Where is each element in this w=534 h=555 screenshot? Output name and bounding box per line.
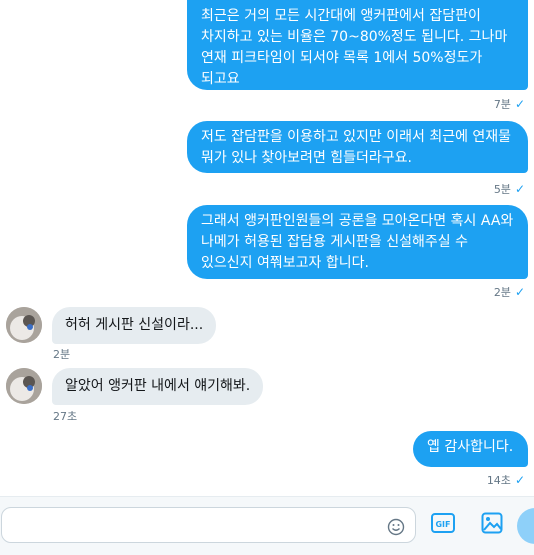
message-input[interactable] [1,507,416,543]
send-icon[interactable] [517,508,534,544]
message-text: 저도 잡담판을 이용하고 있지만 이래서 최근에 연재물 뭐가 있나 찾아보려면… [201,129,512,166]
message-time: 5분 [493,183,511,196]
message-text: 허허 게시판 신설이라... [65,317,204,333]
message-meta: 2분 ✓ [494,284,525,300]
message-text: 최근은 거의 모든 시간대에 앵커판에서 잡담판이 차지하고 있는 비율은 70… [201,8,508,87]
message-time: 7분 [493,98,511,111]
message-time: 2분 [53,348,71,361]
emoji-icon[interactable] [387,518,405,540]
message-text: 알았어 앵커판 내에서 얘기해봐. [65,378,251,394]
gif-label: GIF [435,520,450,529]
gif-icon[interactable]: GIF [431,512,455,538]
message-bubble-outgoing: 옙 감사합니다. [413,431,528,467]
avatar[interactable] [6,307,42,343]
check-icon: ✓ [514,96,525,111]
avatar[interactable] [6,368,42,404]
image-icon[interactable] [481,512,503,538]
message-bubble-outgoing: 최근은 거의 모든 시간대에 앵커판에서 잡담판이 차지하고 있는 비율은 70… [187,0,528,90]
message-meta: 14초 ✓ [487,472,525,488]
message-meta: 5분 ✓ [494,181,525,197]
message-text: 옙 감사합니다. [427,439,514,455]
message-time: 27초 [53,410,78,423]
check-icon: ✓ [514,181,525,196]
message-time: 2분 [493,286,511,299]
message-thread: 최근은 거의 모든 시간대에 앵커판에서 잡담판이 차지하고 있는 비율은 70… [0,0,534,496]
message-meta: 7분 ✓ [494,96,525,112]
message-time: 14초 [486,474,511,487]
check-icon: ✓ [514,472,525,487]
message-bubble-outgoing: 그래서 앵커판인원들의 공론을 모아온다면 혹시 AA와 나메가 허용된 잡담용… [187,205,528,279]
message-bubble-incoming: 알았어 앵커판 내에서 얘기해봐. [52,368,264,405]
message-text: 그래서 앵커판인원들의 공론을 모아온다면 혹시 AA와 나메가 허용된 잡담용… [201,213,514,271]
check-icon: ✓ [514,284,525,299]
message-bubble-outgoing: 저도 잡담판을 이용하고 있지만 이래서 최근에 연재물 뭐가 있나 찾아보려면… [187,121,528,173]
message-bubble-incoming: 허허 게시판 신설이라... [52,307,217,344]
message-composer: GIF [0,496,534,555]
